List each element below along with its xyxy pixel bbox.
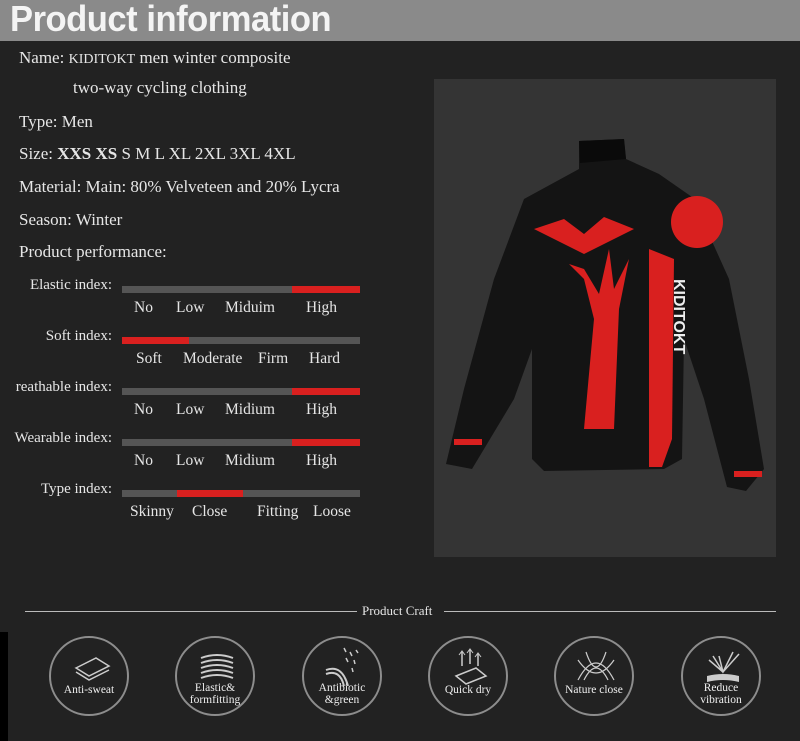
craft-item: Antibiotic &green xyxy=(302,636,382,716)
index-option: Miduim xyxy=(225,299,275,316)
jersey-illustration: KIDITOKT xyxy=(446,139,764,491)
name-row: Name: KIDITOKT men winter composite xyxy=(19,48,291,68)
craft-item: Anti-sweat xyxy=(49,636,129,716)
index-label: Soft index: xyxy=(45,328,112,344)
index-option: Low xyxy=(176,401,205,418)
index-option: High xyxy=(306,401,337,418)
index-option: Low xyxy=(176,299,205,316)
index-bar xyxy=(122,286,360,293)
size-row: Size: XXS XS S M L XL 2XL 3XL 4XL xyxy=(19,144,296,164)
craft-label: Quick dry xyxy=(444,684,492,696)
index-fill xyxy=(292,439,360,446)
product-image: KIDITOKT xyxy=(434,79,776,557)
index-option: No xyxy=(134,299,153,316)
craft-label: Elastic& formfitting xyxy=(189,682,241,706)
mesh-icon xyxy=(577,651,615,681)
size-label: Size: xyxy=(19,144,53,163)
sizes-bold: XXS XS xyxy=(57,144,118,163)
index-bar xyxy=(122,439,360,446)
shock-icon xyxy=(707,651,740,682)
index-option: Close xyxy=(192,503,228,520)
evaporate-icon xyxy=(454,648,488,685)
divider-right xyxy=(444,611,776,612)
header-band: Product information xyxy=(0,0,800,41)
index-fill xyxy=(292,388,360,395)
index-option: Firm xyxy=(258,350,289,367)
index-option: Fitting xyxy=(257,503,299,520)
layers-icon xyxy=(74,657,111,681)
performance-heading: Product performance: xyxy=(19,242,167,261)
craft-item: Reduce vibration xyxy=(681,636,761,716)
name-label: Name: xyxy=(19,48,65,67)
craft-label: Nature close xyxy=(565,684,623,696)
index-option: Midium xyxy=(225,401,275,418)
left-edge-strip xyxy=(0,632,8,741)
page-title: Product information xyxy=(10,0,332,39)
sizes: S M L XL 2XL 3XL 4XL xyxy=(121,144,296,163)
index-option: Skinny xyxy=(130,503,174,520)
index-label: Elastic index: xyxy=(29,277,112,293)
material-text: Material: Main: 80% Velveteen and 20% Ly… xyxy=(19,177,340,196)
craft-item: Quick dry xyxy=(428,636,508,716)
name-line1: men winter composite xyxy=(139,48,291,67)
index-option: High xyxy=(306,452,337,469)
divider-left xyxy=(25,611,357,612)
index-option: High xyxy=(306,299,337,316)
index-option: Loose xyxy=(313,503,351,520)
index-fill xyxy=(176,490,244,497)
index-label: reathable index: xyxy=(15,379,112,395)
type-text: Type: Men xyxy=(19,112,93,131)
index-fill xyxy=(122,337,189,344)
craft-label: Antibiotic &green xyxy=(318,682,366,706)
index-option: Soft xyxy=(136,350,162,367)
name-line2: two-way cycling clothing xyxy=(73,78,247,97)
index-option: Midium xyxy=(225,452,275,469)
index-label: Type index: xyxy=(40,481,112,497)
index-option: No xyxy=(134,401,153,418)
craft-item: Elastic& formfitting xyxy=(175,636,255,716)
craft-item: Nature close xyxy=(554,636,634,716)
index-option: Moderate xyxy=(183,350,243,367)
index-bar xyxy=(122,337,360,344)
index-label: Wearable index: xyxy=(14,430,113,446)
season-text: Season: Winter xyxy=(19,210,123,229)
index-bar xyxy=(122,388,360,395)
craft-label: Anti-sweat xyxy=(63,684,115,696)
craft-title: Product Craft xyxy=(362,603,433,618)
index-fill xyxy=(292,286,360,293)
fiber-icon xyxy=(325,647,359,686)
index-option: No xyxy=(134,452,153,469)
index-option: Hard xyxy=(309,350,340,367)
waves-icon xyxy=(200,654,234,679)
index-bar xyxy=(122,490,360,497)
index-option: Low xyxy=(176,452,205,469)
craft-label: Reduce vibration xyxy=(700,682,742,706)
brand-name: KIDITOKT xyxy=(68,52,136,67)
jersey-logo: KIDITOKT xyxy=(670,279,687,354)
